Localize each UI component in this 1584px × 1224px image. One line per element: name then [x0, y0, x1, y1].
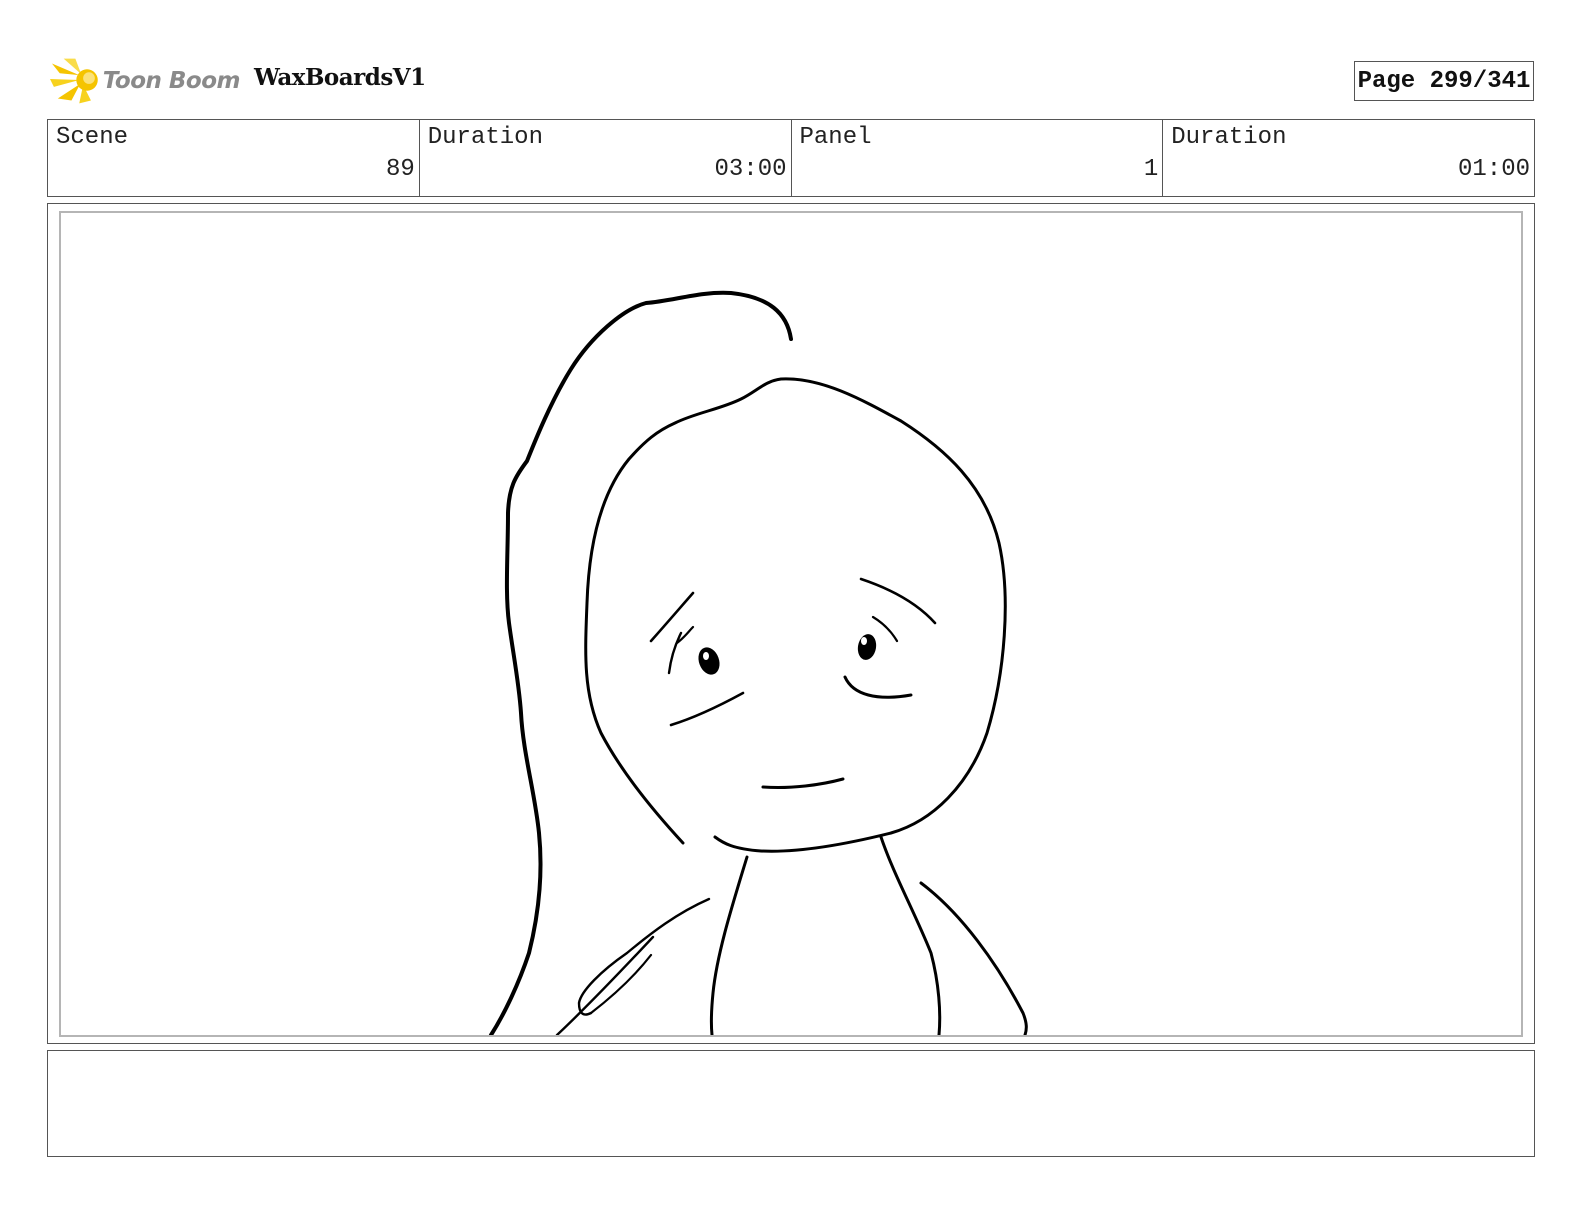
- right-brow-detail: [871, 615, 899, 643]
- neck-right: [879, 835, 942, 1035]
- scene-info-table: Scene 89 Duration 03:00 Panel 1 Duration…: [47, 119, 1535, 197]
- left-under-eye: [669, 691, 745, 727]
- project-title: WaxBoardsV1: [254, 64, 426, 91]
- notes-box: [47, 1050, 1535, 1157]
- scene-value: 89: [385, 156, 415, 183]
- hair-outline: [489, 290, 793, 1035]
- panel-cell: Panel 1: [792, 120, 1164, 196]
- scene-duration-label: Duration: [427, 124, 543, 151]
- logo-text: Toon Boom: [102, 68, 241, 94]
- storyboard-panel: [59, 211, 1523, 1037]
- left-eye: [698, 647, 720, 675]
- neck-left: [709, 855, 749, 1035]
- scene-cell: Scene 89: [48, 120, 420, 196]
- collar-inner: [589, 953, 653, 1015]
- panel-value: 1: [1143, 156, 1159, 183]
- scene-duration-value: 03:00: [714, 156, 787, 183]
- mouth: [761, 777, 845, 790]
- right-eye: [857, 634, 877, 660]
- collar-strap: [555, 935, 655, 1035]
- panel-duration-label: Duration: [1171, 124, 1287, 151]
- left-brow-detail: [667, 631, 683, 675]
- scene-label: Scene: [56, 124, 129, 151]
- scene-duration-cell: Duration 03:00: [420, 120, 792, 196]
- panel-label: Panel: [799, 124, 872, 151]
- panel-duration-cell: Duration 01:00: [1163, 120, 1534, 196]
- panel-duration-value: 01:00: [1457, 156, 1530, 183]
- character-sketch: [489, 290, 1028, 1035]
- shoulder-right: [919, 881, 1028, 1035]
- head-outline: [584, 377, 1007, 853]
- starburst-icon: [50, 58, 98, 104]
- right-under-eye: [843, 675, 913, 699]
- storyboard-panel-frame: [47, 203, 1535, 1044]
- page-indicator: Page 299/341: [1354, 61, 1534, 101]
- toon-boom-logo: Toon Boom: [50, 55, 241, 107]
- collar-left: [577, 897, 711, 1016]
